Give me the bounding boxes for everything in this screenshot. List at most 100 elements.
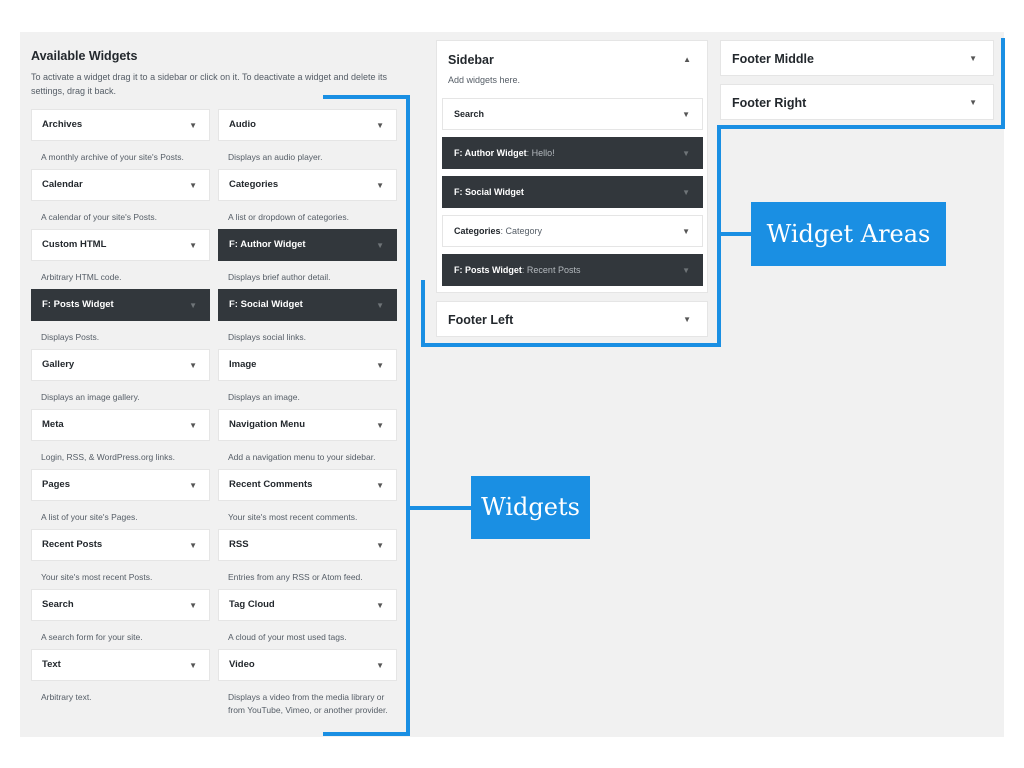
triangle-down-icon[interactable]: ▼	[189, 181, 197, 190]
widget-area-sidebar[interactable]: Sidebar ▲ Add widgets here. Search ▼ F: Au…	[436, 40, 708, 293]
widget-area-footer-middle[interactable]: Footer Middle ▼	[720, 40, 994, 76]
widget-title: Audio	[229, 119, 256, 130]
triangle-down-icon[interactable]: ▼	[682, 110, 690, 119]
available-widget[interactable]: Custom HTML ▼ Arbitrary HTML code.	[31, 229, 210, 284]
widget-description: A search form for your site.	[41, 632, 143, 642]
triangle-down-icon[interactable]: ▼	[376, 181, 384, 190]
widget-title: Image	[229, 359, 257, 370]
areas-bracket-left	[421, 280, 425, 347]
widget-title-bar[interactable]: Audio ▼	[218, 109, 397, 141]
available-widget[interactable]: Gallery ▼ Displays an image gallery.	[31, 349, 210, 404]
triangle-down-icon[interactable]: ▼	[189, 541, 197, 550]
available-widget[interactable]: Tag Cloud ▼ A cloud of your most used tags…	[218, 589, 397, 644]
widget-title-bar[interactable]: Recent Comments ▼	[218, 469, 397, 501]
sidebar-widget[interactable]: F: Social Widget ▼	[442, 176, 703, 208]
available-widget[interactable]: F: Posts Widget ▼ Displays Posts.	[31, 289, 210, 344]
triangle-down-icon[interactable]: ▼	[189, 241, 197, 250]
triangle-down-icon[interactable]: ▼	[189, 421, 197, 430]
widget-area-footer-left[interactable]: Footer Left ▼	[436, 301, 708, 337]
triangle-down-icon[interactable]: ▼	[376, 541, 384, 550]
widget-title-bar[interactable]: RSS ▼	[218, 529, 397, 561]
widget-title-bar[interactable]: Custom HTML ▼	[31, 229, 210, 261]
widget-title-bar[interactable]: Categories ▼	[218, 169, 397, 201]
available-widget[interactable]: F: Social Widget ▼ Displays social links.	[218, 289, 397, 344]
widget-title-bar[interactable]: Text ▼	[31, 649, 210, 681]
widget-description: Your site's most recent comments.	[228, 512, 358, 522]
available-widget[interactable]: Meta ▼ Login, RSS, & WordPress.org links.	[31, 409, 210, 464]
triangle-down-icon[interactable]: ▼	[376, 121, 384, 130]
available-widget[interactable]: Text ▼ Arbitrary text.	[31, 649, 210, 704]
widget-title-bar[interactable]: Image ▼	[218, 349, 397, 381]
available-widget[interactable]: Video ▼ Displays a video from the media li…	[218, 649, 397, 717]
triangle-down-icon[interactable]: ▼	[189, 601, 197, 610]
widgets-bracket-connector	[406, 506, 472, 510]
available-widget[interactable]: Categories ▼ A list or dropdown of categor…	[218, 169, 397, 224]
widget-title-bar[interactable]: Gallery ▼	[31, 349, 210, 381]
triangle-down-icon[interactable]: ▼	[376, 241, 384, 250]
areas-bracket-middle-vertical	[717, 125, 721, 347]
sidebar-widget-instance-title: : Category	[500, 226, 543, 236]
widget-title: F: Social Widget	[229, 299, 303, 310]
available-widget[interactable]: Navigation Menu ▼ Add a navigation menu to…	[218, 409, 397, 464]
widget-title-bar[interactable]: Navigation Menu ▼	[218, 409, 397, 441]
sidebar-widget[interactable]: Categories: Category ▼	[442, 215, 703, 247]
triangle-down-icon[interactable]: ▼	[682, 188, 690, 197]
triangle-up-icon[interactable]: ▲	[683, 55, 691, 64]
available-widget[interactable]: Recent Posts ▼ Your site's most recent Pos…	[31, 529, 210, 584]
available-widget[interactable]: Pages ▼ A list of your site's Pages.	[31, 469, 210, 524]
widgets-bracket-top	[323, 95, 410, 99]
triangle-down-icon[interactable]: ▼	[376, 361, 384, 370]
widget-title-bar[interactable]: Pages ▼	[31, 469, 210, 501]
triangle-down-icon[interactable]: ▼	[189, 481, 197, 490]
available-widget[interactable]: Search ▼ A search form for your site.	[31, 589, 210, 644]
available-widget[interactable]: RSS ▼ Entries from any RSS or Atom feed.	[218, 529, 397, 584]
triangle-down-icon[interactable]: ▼	[683, 315, 691, 324]
widget-title-bar[interactable]: F: Social Widget ▼	[218, 289, 397, 321]
areas-bracket-connector	[717, 232, 752, 236]
triangle-down-icon[interactable]: ▼	[682, 149, 690, 158]
triangle-down-icon[interactable]: ▼	[376, 301, 384, 310]
triangle-down-icon[interactable]: ▼	[376, 661, 384, 670]
sidebar-widget-title: F: Posts Widget: Recent Posts	[454, 265, 580, 275]
triangle-down-icon[interactable]: ▼	[969, 98, 977, 107]
sidebar-widget-name: F: Social Widget	[454, 187, 524, 197]
areas-bracket-right	[1001, 38, 1005, 129]
sidebar-widget[interactable]: F: Author Widget: Hello! ▼	[442, 137, 703, 169]
available-widget[interactable]: Recent Comments ▼ Your site's most recent …	[218, 469, 397, 524]
triangle-down-icon[interactable]: ▼	[682, 266, 690, 275]
sidebar-widget[interactable]: F: Posts Widget: Recent Posts ▼	[442, 254, 703, 286]
widget-title-bar[interactable]: Recent Posts ▼	[31, 529, 210, 561]
triangle-down-icon[interactable]: ▼	[189, 121, 197, 130]
widget-description: Displays an image.	[228, 392, 300, 402]
widget-title-bar[interactable]: Calendar ▼	[31, 169, 210, 201]
triangle-down-icon[interactable]: ▼	[376, 601, 384, 610]
triangle-down-icon[interactable]: ▼	[682, 227, 690, 236]
sidebar-area-description: Add widgets here.	[448, 75, 521, 85]
widget-description: Displays an image gallery.	[41, 392, 140, 402]
widget-title-bar[interactable]: F: Posts Widget ▼	[31, 289, 210, 321]
triangle-down-icon[interactable]: ▼	[376, 421, 384, 430]
widget-title-bar[interactable]: Meta ▼	[31, 409, 210, 441]
triangle-down-icon[interactable]: ▼	[189, 361, 197, 370]
widget-title-bar[interactable]: Search ▼	[31, 589, 210, 621]
widget-title-bar[interactable]: Tag Cloud ▼	[218, 589, 397, 621]
available-widget[interactable]: Archives ▼ A monthly archive of your site'…	[31, 109, 210, 164]
triangle-down-icon[interactable]: ▼	[969, 54, 977, 63]
widget-description: Login, RSS, & WordPress.org links.	[41, 452, 176, 462]
available-widget[interactable]: Calendar ▼ A calendar of your site's Posts…	[31, 169, 210, 224]
widget-area-footer-right[interactable]: Footer Right ▼	[720, 84, 994, 120]
available-widget[interactable]: Audio ▼ Displays an audio player.	[218, 109, 397, 164]
triangle-down-icon[interactable]: ▼	[189, 661, 197, 670]
widget-title-bar[interactable]: F: Author Widget ▼	[218, 229, 397, 261]
widget-title-bar[interactable]: Video ▼	[218, 649, 397, 681]
widget-title: Meta	[42, 419, 64, 430]
available-widget[interactable]: Image ▼ Displays an image.	[218, 349, 397, 404]
available-widget[interactable]: F: Author Widget ▼ Displays brief author d…	[218, 229, 397, 284]
widget-description: Displays a video from the media library …	[228, 692, 388, 715]
widget-title: Video	[229, 659, 255, 670]
widget-title-bar[interactable]: Archives ▼	[31, 109, 210, 141]
triangle-down-icon[interactable]: ▼	[189, 301, 197, 310]
triangle-down-icon[interactable]: ▼	[376, 481, 384, 490]
sidebar-widget-instance-title: : Recent Posts	[521, 265, 581, 275]
sidebar-widget[interactable]: Search ▼	[442, 98, 703, 130]
